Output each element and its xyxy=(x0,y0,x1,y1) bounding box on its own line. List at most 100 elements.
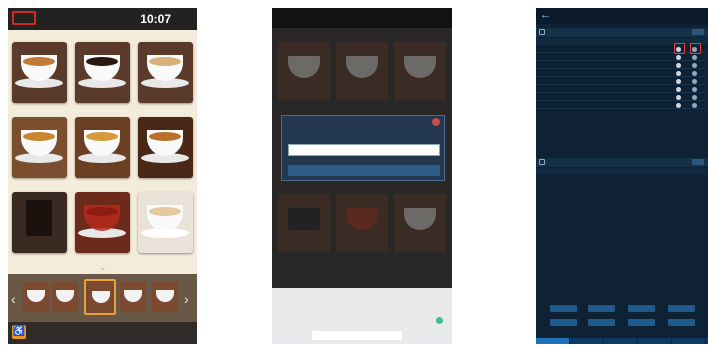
tab[interactable] xyxy=(570,338,604,344)
keyboard-key[interactable] xyxy=(292,318,304,327)
keyboard-key[interactable] xyxy=(404,292,416,301)
keyboard-key[interactable] xyxy=(302,305,314,314)
keyboard-key[interactable] xyxy=(338,305,350,314)
edit-icon[interactable] xyxy=(676,87,681,92)
drink-tile[interactable] xyxy=(75,117,130,178)
admin-panel: ← xyxy=(536,8,708,344)
dimmed-tile xyxy=(278,42,330,100)
action-button[interactable] xyxy=(628,305,655,312)
highlight-box[interactable] xyxy=(12,11,36,25)
drink-tile[interactable] xyxy=(12,192,67,253)
wheelchair-icon[interactable]: ♿ xyxy=(12,325,26,339)
drink-tile[interactable] xyxy=(12,117,67,178)
drink-tile[interactable] xyxy=(138,42,193,103)
drink-tile[interactable] xyxy=(138,117,193,178)
table-row[interactable] xyxy=(536,78,708,85)
delete-icon[interactable] xyxy=(692,55,697,60)
carousel-item[interactable] xyxy=(52,282,78,312)
close-icon[interactable] xyxy=(432,118,440,126)
top-bar: 10:07 xyxy=(8,8,197,30)
delete-icon[interactable] xyxy=(692,103,697,108)
dimmed-tile xyxy=(394,42,446,100)
keyboard-key[interactable] xyxy=(346,318,358,327)
table-row[interactable] xyxy=(536,62,708,69)
table-row[interactable] xyxy=(536,94,708,101)
keyboard-key[interactable] xyxy=(364,318,376,327)
action-button[interactable] xyxy=(668,305,695,312)
tab[interactable] xyxy=(672,338,706,344)
carousel-item[interactable] xyxy=(120,282,146,312)
keyboard-enter-key[interactable] xyxy=(436,317,443,324)
keyboard-key[interactable] xyxy=(278,292,290,301)
action-button[interactable] xyxy=(550,305,577,312)
top-bar xyxy=(272,8,452,28)
delete-icon[interactable] xyxy=(692,79,697,84)
edit-icon[interactable] xyxy=(676,55,681,60)
top-bar: ← xyxy=(536,8,708,24)
keyboard-key[interactable] xyxy=(328,318,340,327)
delete-icon[interactable] xyxy=(692,71,697,76)
keyboard-key[interactable] xyxy=(314,292,326,301)
table-row[interactable] xyxy=(536,86,708,93)
action-button[interactable] xyxy=(628,319,655,326)
drink-tile[interactable] xyxy=(12,42,67,103)
bottom-tab-bar xyxy=(536,338,708,344)
edit-icon[interactable] xyxy=(676,95,681,100)
table-header xyxy=(536,168,708,175)
spacebar-key[interactable] xyxy=(312,331,402,340)
confirm-button[interactable] xyxy=(288,165,440,176)
edit-icon[interactable] xyxy=(676,71,681,76)
action-button[interactable] xyxy=(668,319,695,326)
password-dialog xyxy=(281,115,445,181)
carousel-item[interactable] xyxy=(23,282,49,312)
keyboard-key[interactable] xyxy=(422,292,434,301)
section-header xyxy=(536,28,708,37)
chevron-down-icon[interactable]: ⌄ xyxy=(99,262,107,273)
tab[interactable] xyxy=(604,338,638,344)
drink-tile[interactable] xyxy=(75,42,130,103)
keyboard-key[interactable] xyxy=(382,318,394,327)
password-input[interactable] xyxy=(288,144,440,156)
keyboard-key[interactable] xyxy=(410,305,422,314)
edit-icon[interactable] xyxy=(676,63,681,68)
tab-home[interactable] xyxy=(536,338,570,344)
section-header xyxy=(536,158,708,167)
clock: 10:07 xyxy=(140,12,171,26)
drink-tile[interactable] xyxy=(75,192,130,253)
keyboard-key[interactable] xyxy=(350,292,362,301)
carousel-item-selected[interactable] xyxy=(84,279,116,315)
section-action-button[interactable] xyxy=(692,159,704,165)
section-action-button[interactable] xyxy=(692,29,704,35)
chevron-left-icon[interactable]: ‹ xyxy=(11,291,16,307)
keyboard-key[interactable] xyxy=(332,292,344,301)
keyboard-key[interactable] xyxy=(400,318,412,327)
keyboard-key[interactable] xyxy=(296,292,308,301)
tab[interactable] xyxy=(638,338,672,344)
drink-menu-panel: 10:07 ⌄ ‹ › ♿ xyxy=(8,8,197,344)
edit-icon[interactable] xyxy=(676,103,681,108)
action-button[interactable] xyxy=(588,319,615,326)
edit-icon[interactable] xyxy=(676,79,681,84)
keyboard-key[interactable] xyxy=(320,305,332,314)
action-button[interactable] xyxy=(550,319,577,326)
keyboard-key[interactable] xyxy=(356,305,368,314)
keyboard-key[interactable] xyxy=(386,292,398,301)
back-arrow-icon[interactable]: ← xyxy=(540,9,551,21)
table-row[interactable] xyxy=(536,54,708,61)
delete-icon[interactable] xyxy=(692,87,697,92)
keyboard-key[interactable] xyxy=(284,305,296,314)
keyboard-key[interactable] xyxy=(392,305,404,314)
keyboard-key[interactable] xyxy=(374,305,386,314)
dimmed-tile xyxy=(336,42,388,100)
delete-icon[interactable] xyxy=(692,63,697,68)
keyboard-key[interactable] xyxy=(310,318,322,327)
keyboard-key[interactable] xyxy=(368,292,380,301)
table-row[interactable] xyxy=(536,70,708,77)
carousel-item[interactable] xyxy=(152,282,178,312)
drink-tile[interactable] xyxy=(138,192,193,253)
action-button[interactable] xyxy=(588,305,615,312)
warning-icon xyxy=(539,159,545,165)
table-row[interactable] xyxy=(536,102,708,109)
delete-icon[interactable] xyxy=(692,95,697,100)
chevron-right-icon[interactable]: › xyxy=(184,291,189,307)
